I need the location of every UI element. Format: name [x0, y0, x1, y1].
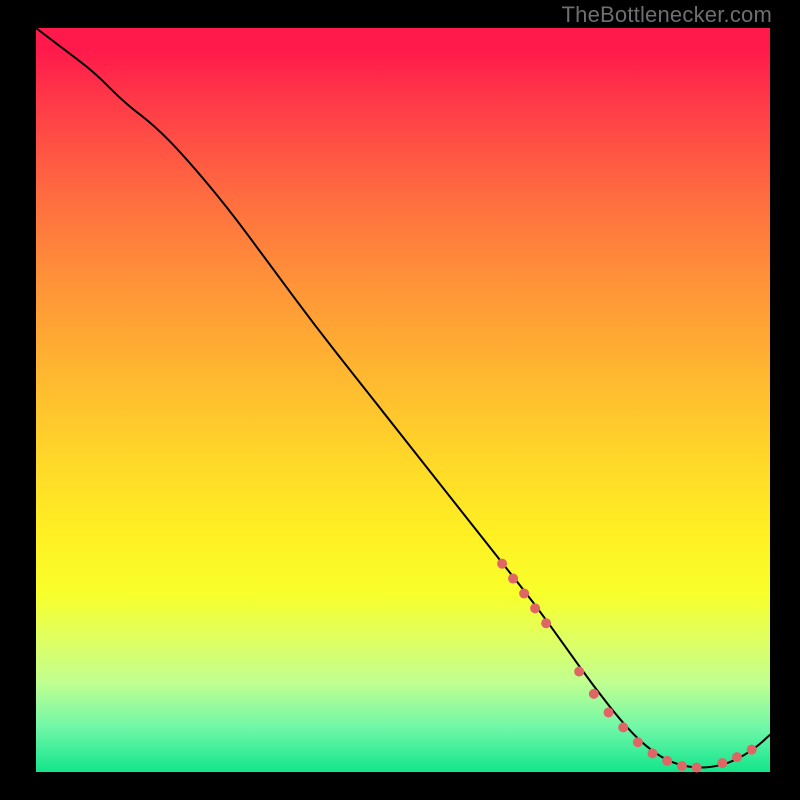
plot-area: [36, 28, 770, 772]
stage: TheBottlenecker.com: [0, 0, 800, 800]
brand-watermark: TheBottlenecker.com: [562, 2, 772, 28]
